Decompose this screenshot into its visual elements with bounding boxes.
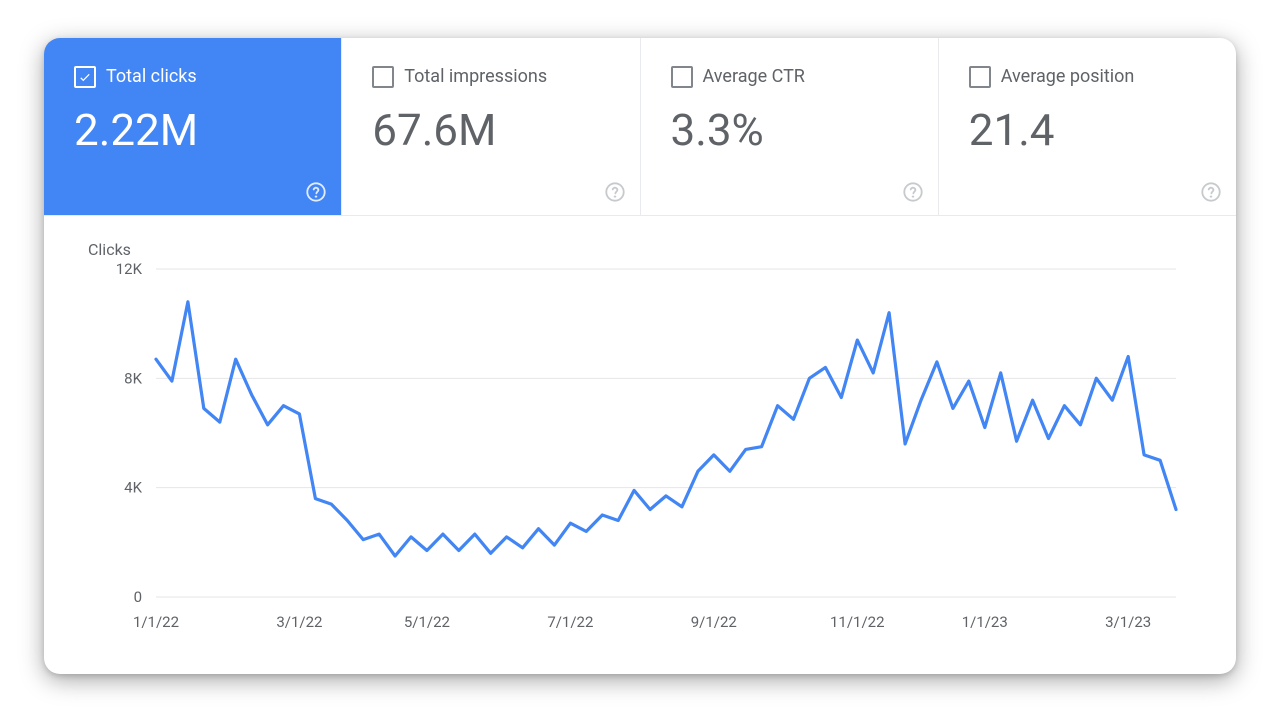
tile-label: Total impressions	[404, 68, 547, 86]
help-icon[interactable]	[305, 181, 327, 203]
tile-total-clicks[interactable]: Total clicks 2.22M	[44, 38, 342, 215]
tile-label: Average position	[1001, 68, 1135, 86]
help-icon[interactable]	[604, 181, 626, 203]
line-chart[interactable]: 0 4K 8K 12K 1/1/22 3/1/22 5/1/22 7/1/22 9/1/22 11…	[84, 259, 1196, 649]
metrics-row: Total clicks 2.22M Total impressions 67.…	[44, 38, 1236, 216]
checkbox-empty-icon	[969, 66, 991, 88]
svg-text:11/1/22: 11/1/22	[830, 613, 885, 631]
performance-card: Total clicks 2.22M Total impressions 67.…	[44, 38, 1236, 674]
svg-text:1/1/22: 1/1/22	[133, 613, 179, 631]
svg-text:7/1/22: 7/1/22	[547, 613, 593, 631]
tile-label: Average CTR	[703, 68, 805, 86]
checkbox-empty-icon	[372, 66, 394, 88]
help-icon[interactable]	[902, 181, 924, 203]
svg-text:8K: 8K	[124, 369, 142, 387]
svg-text:4K: 4K	[124, 479, 142, 497]
checkbox-empty-icon	[671, 66, 693, 88]
tile-value: 3.3%	[671, 104, 908, 156]
tile-average-ctr[interactable]: Average CTR 3.3%	[641, 38, 939, 215]
tile-average-position[interactable]: Average position 21.4	[939, 38, 1236, 215]
svg-text:0: 0	[134, 588, 142, 606]
tile-total-impressions[interactable]: Total impressions 67.6M	[342, 38, 640, 215]
checkbox-checked-icon	[74, 66, 96, 88]
tile-value: 21.4	[969, 104, 1206, 156]
chart-title: Clicks	[88, 240, 1196, 259]
svg-text:5/1/22: 5/1/22	[404, 613, 450, 631]
svg-text:1/1/23: 1/1/23	[962, 613, 1008, 631]
help-icon[interactable]	[1200, 181, 1222, 203]
tile-value: 2.22M	[74, 104, 311, 156]
svg-text:3/1/22: 3/1/22	[276, 613, 322, 631]
tile-label: Total clicks	[106, 68, 197, 86]
svg-text:12K: 12K	[116, 260, 143, 278]
chart-area: Clicks 0 4K 8K 12K 1/1/22 3/1/22 5/1/22 7/1/22 9…	[44, 216, 1236, 674]
tile-value: 67.6M	[372, 104, 609, 156]
svg-text:3/1/23: 3/1/23	[1105, 613, 1151, 631]
svg-text:9/1/22: 9/1/22	[691, 613, 737, 631]
